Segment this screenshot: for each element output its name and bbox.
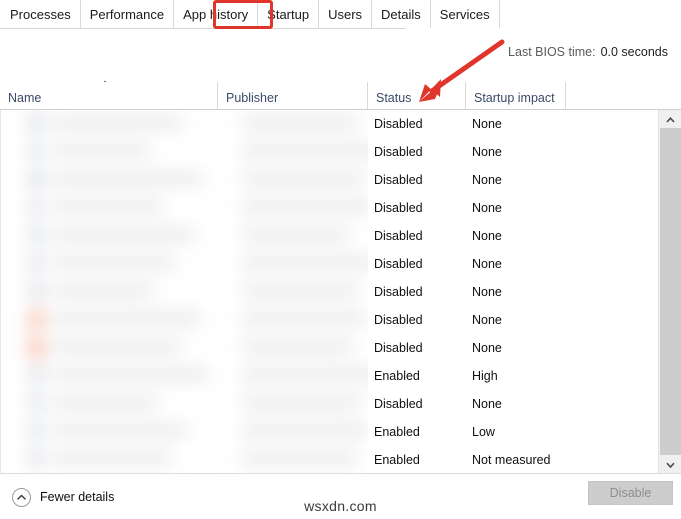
cell-startup-impact: None	[472, 306, 502, 334]
table-row[interactable]: Disabled None	[368, 222, 657, 250]
table-row[interactable]: Disabled None	[368, 166, 657, 194]
tab-details[interactable]: Details	[372, 0, 431, 28]
tab-strip-underline	[0, 28, 406, 29]
tab-list: Processes Performance App history Startu…	[0, 0, 500, 28]
table-row[interactable]: Disabled None	[368, 390, 657, 418]
table-row[interactable]: Disabled None	[368, 334, 657, 362]
cell-status: Disabled	[374, 166, 423, 194]
tab-startup[interactable]: Startup	[258, 0, 319, 28]
chevron-up-icon	[666, 112, 675, 126]
cell-status: Disabled	[374, 194, 423, 222]
column-header-publisher[interactable]: Publisher	[218, 82, 368, 110]
column-header-name[interactable]: Name	[0, 82, 218, 110]
cell-status: Disabled	[374, 250, 423, 278]
redacted-name-publisher-region	[1, 110, 368, 473]
tab-users[interactable]: Users	[319, 0, 372, 28]
tab-label: Processes	[10, 7, 71, 22]
cell-status: Disabled	[374, 390, 423, 418]
last-bios-time-value: 0.0 seconds	[601, 45, 668, 59]
tab-services[interactable]: Services	[431, 0, 500, 28]
column-header-row: Name Publisher Status Startup impact	[0, 82, 681, 110]
table-row[interactable]: Enabled Low	[368, 418, 657, 446]
table-row[interactable]: Enabled High	[368, 362, 657, 390]
cell-status: Enabled	[374, 362, 420, 390]
cell-status: Enabled	[374, 446, 420, 473]
table-row[interactable]: Disabled None	[368, 194, 657, 222]
table-row[interactable]: Enabled Not measured	[368, 446, 657, 473]
cell-status: Disabled	[374, 278, 423, 306]
table-row[interactable]: Disabled None	[368, 138, 657, 166]
tab-app-history[interactable]: App history	[174, 0, 258, 28]
cell-status: Disabled	[374, 334, 423, 362]
cell-status: Disabled	[374, 138, 423, 166]
cell-startup-impact: None	[472, 138, 502, 166]
chevron-down-icon	[666, 457, 675, 471]
table-row[interactable]: Disabled None	[368, 278, 657, 306]
column-header-label: Publisher	[218, 91, 278, 105]
last-bios-time-label: Last BIOS time:	[508, 45, 596, 59]
cell-startup-impact: Low	[472, 418, 495, 446]
tab-label: Startup	[267, 7, 309, 22]
table-row[interactable]: Disabled None	[368, 306, 657, 334]
cell-startup-impact: None	[472, 278, 502, 306]
column-header-status[interactable]: Status	[368, 82, 466, 110]
tab-processes[interactable]: Processes	[0, 0, 81, 28]
cell-startup-impact: None	[472, 222, 502, 250]
scroll-up-button[interactable]	[659, 110, 681, 128]
cell-startup-impact: Not measured	[472, 446, 551, 473]
cell-startup-impact: High	[472, 362, 498, 390]
table-row[interactable]: Disabled None	[368, 250, 657, 278]
column-header-label: Status	[368, 91, 411, 105]
tab-label: Performance	[90, 7, 164, 22]
column-header-label: Name	[0, 91, 41, 105]
cell-startup-impact: None	[472, 166, 502, 194]
cell-status: Disabled	[374, 306, 423, 334]
tab-label: App history	[183, 7, 248, 22]
cell-status: Disabled	[374, 222, 423, 250]
scrollbar-thumb[interactable]	[660, 128, 681, 455]
cell-startup-impact: None	[472, 110, 502, 138]
tab-performance[interactable]: Performance	[81, 0, 174, 28]
cell-startup-impact: None	[472, 194, 502, 222]
tab-strip: Processes Performance App history Startu…	[0, 0, 681, 29]
cell-startup-impact: None	[472, 334, 502, 362]
cell-startup-impact: None	[472, 250, 502, 278]
column-header-startup-impact[interactable]: Startup impact	[466, 82, 566, 110]
startup-items-list[interactable]: Disabled None Disabled None Disabled Non…	[0, 110, 681, 473]
tab-label: Services	[440, 7, 490, 22]
tab-label: Users	[328, 7, 362, 22]
cell-startup-impact: None	[472, 390, 502, 418]
watermark: wsxdn.com	[0, 498, 681, 514]
column-header-spacer	[566, 82, 657, 110]
cell-status: Disabled	[374, 110, 423, 138]
vertical-scrollbar[interactable]	[658, 110, 681, 473]
scroll-down-button[interactable]	[659, 455, 681, 473]
tab-label: Details	[381, 7, 421, 22]
column-header-label: Startup impact	[466, 91, 555, 105]
redacted-blur-layer	[1, 110, 368, 473]
cell-status: Enabled	[374, 418, 420, 446]
table-row[interactable]: Disabled None	[368, 110, 657, 138]
last-bios-time: Last BIOS time: 0.0 seconds	[508, 45, 668, 59]
